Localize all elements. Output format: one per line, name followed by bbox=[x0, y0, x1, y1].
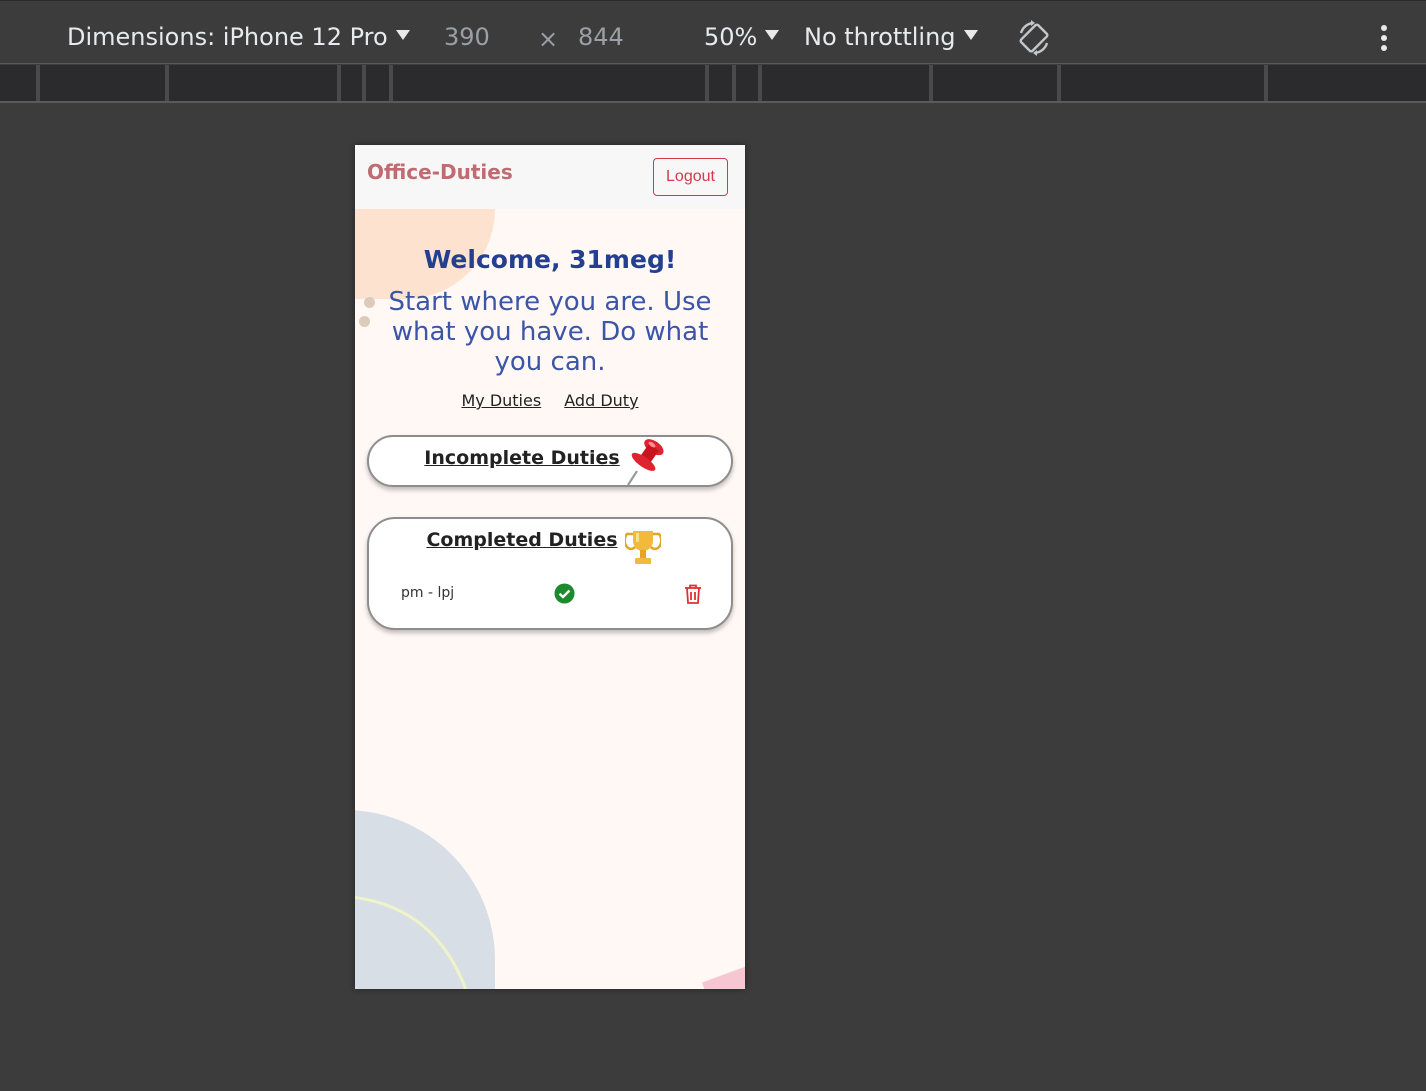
media-query-marker[interactable] bbox=[337, 65, 341, 101]
media-query-marker[interactable] bbox=[705, 65, 709, 101]
times-icon: × bbox=[538, 25, 559, 53]
media-query-bar bbox=[0, 65, 1426, 103]
media-query-marker[interactable] bbox=[389, 65, 393, 101]
throttling-select[interactable]: No throttling bbox=[804, 23, 978, 51]
kebab-menu-icon[interactable] bbox=[1378, 25, 1390, 55]
zoom-label: 50% bbox=[704, 23, 758, 51]
list-item: pm - lpj bbox=[401, 583, 711, 607]
media-query-marker[interactable] bbox=[732, 65, 736, 101]
dimensions-label: Dimensions: iPhone 12 Pro bbox=[67, 23, 388, 51]
device-toolbar: Dimensions: iPhone 12 Pro 390 × 844 50% … bbox=[0, 0, 1426, 64]
duty-text: pm - lpj bbox=[401, 585, 455, 601]
media-query-marker[interactable] bbox=[929, 65, 933, 101]
height-input[interactable]: 844 bbox=[578, 23, 624, 51]
app-navbar: Office-Duties Logout bbox=[355, 145, 745, 209]
media-query-marker[interactable] bbox=[1264, 65, 1268, 101]
device-viewport: Office-Duties Logout Welcome, 31meg! Sta… bbox=[355, 145, 745, 989]
width-input[interactable]: 390 bbox=[444, 23, 490, 51]
my-duties-link[interactable]: My Duties bbox=[461, 391, 541, 410]
throttling-label: No throttling bbox=[804, 23, 956, 51]
completed-duties-card: Completed Duties pm - lpj bbox=[367, 517, 733, 630]
rotate-icon[interactable] bbox=[1015, 19, 1053, 57]
chevron-down-icon bbox=[963, 30, 978, 40]
media-query-marker[interactable] bbox=[165, 65, 169, 101]
media-query-marker[interactable] bbox=[1057, 65, 1061, 101]
logout-button[interactable]: Logout bbox=[653, 158, 728, 196]
check-circle-icon[interactable] bbox=[554, 583, 575, 604]
chevron-down-icon bbox=[395, 30, 410, 40]
pushpin-icon bbox=[627, 439, 664, 486]
add-duty-link[interactable]: Add Duty bbox=[564, 391, 638, 410]
motivational-quote: Start where you are. Use what you have. … bbox=[388, 287, 712, 377]
decorative-curve bbox=[355, 896, 468, 989]
chevron-down-icon bbox=[765, 30, 780, 40]
welcome-heading: Welcome, 31meg! bbox=[423, 245, 677, 274]
brand-link[interactable]: Office-Duties bbox=[367, 160, 513, 184]
dimensions-select[interactable]: Dimensions: iPhone 12 Pro bbox=[67, 23, 410, 51]
decorative-blob bbox=[701, 961, 745, 989]
media-query-marker[interactable] bbox=[362, 65, 366, 101]
duty-nav: My Duties Add Duty bbox=[355, 391, 745, 410]
zoom-select[interactable]: 50% bbox=[704, 23, 780, 51]
incomplete-duties-card: Incomplete Duties bbox=[367, 435, 733, 487]
trash-icon[interactable] bbox=[683, 583, 703, 605]
media-query-marker[interactable] bbox=[758, 65, 762, 101]
trophy-icon bbox=[625, 531, 661, 564]
media-query-marker[interactable] bbox=[36, 65, 40, 101]
